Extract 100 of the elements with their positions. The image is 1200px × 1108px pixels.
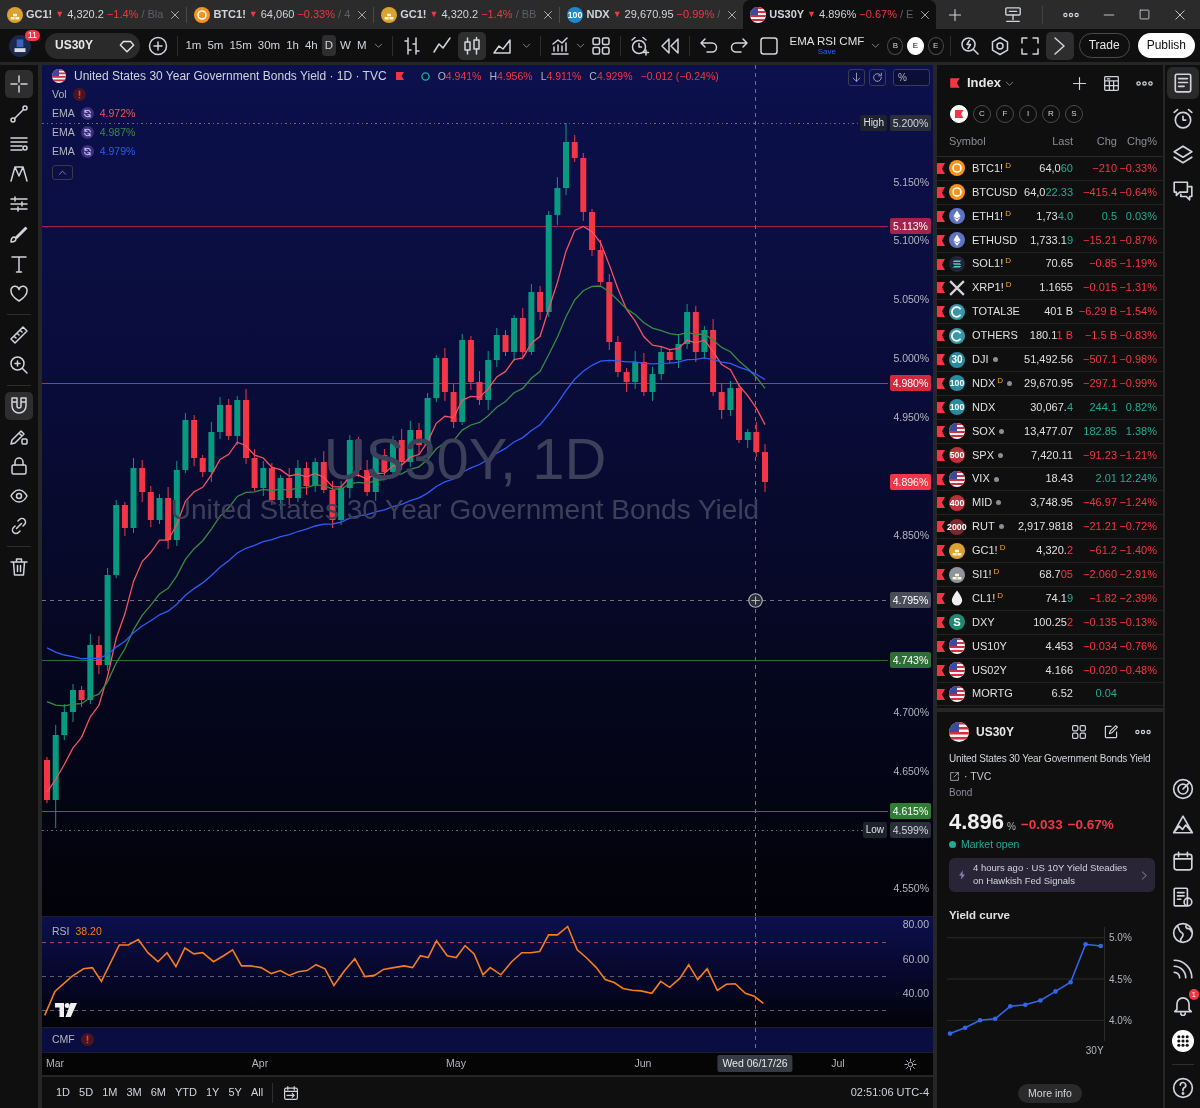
crosshair-plus-icon[interactable] [747, 592, 763, 608]
flag-icon[interactable] [937, 162, 945, 174]
browser-tab[interactable]: US30Y ▼ 4.896% −0.67% / E [743, 0, 937, 29]
watchlist-row[interactable]: OTHERS 180.11 B −1.5 B −0.83% [937, 324, 1163, 349]
settings-icon[interactable] [904, 1057, 917, 1071]
flag-icon[interactable] [937, 449, 945, 461]
refresh-button[interactable] [869, 69, 886, 86]
price-chart-pane[interactable] [42, 65, 888, 916]
redo-icon[interactable] [729, 35, 750, 56]
settings-icon[interactable] [989, 35, 1010, 56]
column-header[interactable]: Chg [1073, 134, 1117, 149]
interval-button[interactable]: 15m [227, 34, 254, 57]
flag-icon[interactable] [937, 234, 945, 246]
interval-button[interactable]: 5m [205, 34, 226, 57]
flag-icon[interactable] [937, 330, 945, 342]
watchlist-row[interactable]: MORTG 6.52 0.04 [937, 682, 1163, 707]
range-button[interactable]: All [247, 1082, 267, 1103]
monitor-icon[interactable] [1004, 5, 1022, 24]
flag-icon[interactable] [937, 473, 945, 485]
undo-icon[interactable] [699, 35, 720, 56]
arrow-down-button[interactable] [848, 69, 865, 86]
caret-icon[interactable] [522, 41, 532, 50]
flag-icon[interactable] [937, 401, 945, 413]
alarm-clock-icon[interactable] [1171, 108, 1194, 130]
flag-icon[interactable] [937, 688, 945, 700]
flag-icon[interactable] [937, 521, 945, 533]
watchlist-row[interactable]: ETHUSD 1,733.19 −15.21 −0.87% [937, 228, 1163, 253]
flag-icon[interactable] [937, 282, 945, 294]
flag-icon[interactable] [937, 592, 945, 604]
flag-icon[interactable] [937, 210, 945, 222]
flag-icon[interactable] [937, 569, 945, 581]
eye-icon[interactable] [9, 486, 29, 506]
list-icon[interactable] [1166, 67, 1199, 99]
crosshair-icon[interactable] [5, 70, 33, 98]
watchlist-row[interactable]: 100 NDX 30,067.4 244.1 0.82% [937, 395, 1163, 420]
save-status[interactable]: Save [817, 47, 836, 56]
exclamation-icon[interactable] [72, 87, 86, 101]
ruler-icon[interactable] [9, 325, 29, 345]
browser-tab[interactable]: GC1! ▼ 4,320.2 −1.4% / Bla [0, 0, 187, 29]
text-tool-icon[interactable] [9, 254, 29, 274]
close-icon[interactable] [543, 9, 554, 20]
plus-icon[interactable] [1072, 75, 1087, 91]
news-banner[interactable]: 4 hours ago · US 10Y Yield Steadies on Hawkish Fed Signals [949, 858, 1155, 892]
interval-button[interactable]: D [321, 34, 337, 57]
symbol-name[interactable]: US30Y [976, 724, 1015, 740]
indicator-name[interactable]: CMF [52, 1033, 75, 1046]
interval-button[interactable]: 30m [255, 34, 283, 57]
range-button[interactable]: 1Y [202, 1082, 223, 1103]
range-button[interactable]: 3M [123, 1082, 145, 1103]
circular-arrow-icon[interactable] [80, 144, 94, 158]
flag-icon[interactable] [937, 664, 945, 676]
alarm-clock-plus-icon[interactable] [630, 35, 651, 56]
flag-icon[interactable] [937, 545, 945, 557]
interval-button[interactable]: 1h [284, 34, 301, 57]
edit-icon[interactable] [1103, 724, 1119, 740]
flag-filter-icon[interactable] [950, 105, 968, 123]
column-header[interactable]: Chg% [1117, 134, 1157, 149]
rsi-pane[interactable]: RSI 38.20 [42, 916, 888, 1027]
price-axis[interactable]: % 5.150% 5.100% 5.050% 5.000% 4.950% 4.850% 4.700% 4.650% 4.550% 5.200% 5.113% 4.980% 4.896% 4.795% 4.743% 4.615% 4.599% [888, 65, 933, 916]
flag-icon[interactable] [937, 616, 945, 628]
triangle-icon[interactable] [1171, 814, 1194, 836]
range-button[interactable]: 5Y [225, 1082, 245, 1103]
interval-button[interactable]: M [354, 34, 369, 57]
signal-icon[interactable] [1171, 958, 1194, 980]
range-button[interactable]: YTD [171, 1082, 200, 1103]
range-button[interactable]: 1D [53, 1082, 74, 1103]
quick-button[interactable]: E [907, 36, 924, 55]
watchlist-row[interactable]: US02Y 4.166 −0.020 −0.48% [937, 658, 1163, 683]
cmf-pane[interactable]: CMF [42, 1027, 888, 1052]
chart-title[interactable]: United States 30 Year Government Bonds Yield · 1D · TVC [74, 69, 387, 84]
target-icon[interactable] [1171, 778, 1194, 800]
column-header[interactable]: Last [985, 134, 1073, 149]
globe-icon[interactable] [1171, 922, 1194, 944]
trash-icon[interactable] [9, 557, 29, 577]
symbol-search-field[interactable]: US30Y [45, 32, 141, 59]
watchlist-row[interactable]: 30 DJI 51,492.56 −507.1 −0.98% [937, 348, 1163, 372]
bar-chart-icon[interactable] [402, 35, 423, 56]
publish-button[interactable]: Publish [1137, 33, 1195, 58]
indicator-name[interactable]: EMA [52, 126, 75, 139]
lock-icon[interactable] [9, 456, 29, 476]
flag-icon[interactable] [937, 186, 945, 198]
external-link-icon[interactable] [949, 770, 960, 782]
caret-icon[interactable] [1004, 78, 1014, 88]
chart-icon[interactable] [550, 35, 571, 56]
square-icon[interactable] [759, 35, 780, 56]
flag-icon[interactable] [937, 377, 945, 389]
interval-button[interactable]: 4h [302, 34, 320, 57]
watchlist-row[interactable]: VIX 18.43 2.01 12.24% [937, 467, 1163, 492]
flag-icon[interactable] [937, 497, 945, 509]
logo-icon[interactable] [55, 1003, 77, 1017]
horizontal-lines-icon[interactable] [9, 134, 29, 154]
caret-icon[interactable] [374, 41, 384, 50]
layout-name[interactable]: EMA RSI CMF [789, 35, 865, 48]
more-info-button[interactable]: More info [1018, 1084, 1082, 1103]
maximize-icon[interactable] [1139, 9, 1150, 20]
flag-icon[interactable] [937, 306, 945, 318]
layers-icon[interactable] [1171, 144, 1194, 166]
interval-button[interactable]: W [338, 34, 353, 57]
grid-icon[interactable] [1071, 724, 1087, 740]
column-header[interactable]: Symbol [949, 134, 986, 149]
